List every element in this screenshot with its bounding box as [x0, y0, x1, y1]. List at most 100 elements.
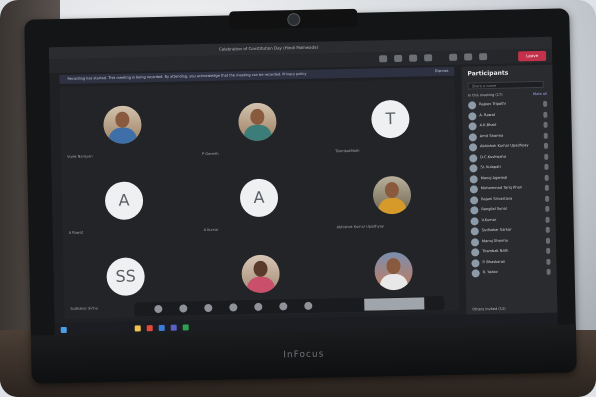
participant-name: Rajani Srivastava	[481, 196, 513, 201]
start-icon[interactable]	[60, 326, 67, 334]
chat-icon[interactable]	[394, 54, 403, 63]
participant-avatar-icon	[469, 174, 478, 183]
participant-name: Rajeev Tripathi	[479, 101, 506, 107]
participant-name: Manoj Agarwal	[480, 175, 508, 180]
mic-muted-icon	[544, 163, 549, 170]
participant-avatar-icon	[469, 153, 478, 162]
edge-icon[interactable]	[158, 324, 165, 331]
participant-name: Triambak Nath	[482, 248, 509, 254]
participant-tile[interactable]: Vivek Narayan	[62, 88, 183, 160]
mic-muted-icon	[545, 237, 551, 244]
mic-muted-icon	[544, 153, 549, 160]
participant-tile[interactable]: P Ganesh	[197, 86, 318, 158]
monitor: Celebration of Constitution Day (Hindi P…	[24, 8, 577, 384]
tile-name: Sudhakar Sinha	[70, 306, 98, 311]
participant-avatar-icon	[468, 122, 477, 131]
recording-banner-text: Recording has started. This meeting is b…	[67, 71, 307, 81]
folder-icon[interactable]	[134, 325, 141, 332]
mic-muted-icon	[545, 216, 550, 223]
participant-avatar-icon	[470, 237, 480, 246]
participants-panel: Participants Share a name In this meetin…	[461, 64, 558, 315]
tile-name: P Ganesh	[202, 151, 219, 157]
teams-icon[interactable]	[170, 324, 177, 331]
webcam-lens-icon	[287, 12, 301, 27]
participant-avatar-icon	[471, 269, 480, 278]
participant-initials-avatar: T	[371, 99, 410, 139]
browser-icon[interactable]	[146, 325, 153, 332]
participant-avatar-icon	[470, 195, 479, 204]
participant-row[interactable]: R. Yadav	[470, 267, 554, 279]
participant-tile[interactable]: A A Kumar	[198, 162, 319, 234]
participant-name: D.C.Kushwaha	[480, 154, 507, 159]
participant-name: Rangilal Sonal	[481, 206, 507, 212]
dock-avatar-icon[interactable]	[204, 303, 213, 313]
participant-search-input[interactable]: Share a name	[467, 80, 544, 90]
participant-photo	[238, 102, 277, 142]
participant-name: Mohammad Tariq Khan	[480, 185, 523, 191]
participant-photo	[241, 254, 281, 294]
participant-avatar-icon	[468, 132, 477, 141]
participant-tile[interactable]: T TriambakNath	[330, 83, 451, 155]
participant-initials-avatar: SS	[106, 257, 146, 297]
raise-hand-icon[interactable]	[409, 54, 418, 62]
participant-tile[interactable]: A A Rawat	[63, 164, 184, 236]
section-label: In this meeting (17)	[467, 92, 503, 98]
mic-muted-icon	[546, 258, 551, 265]
mic-muted-icon	[545, 205, 550, 212]
dock-avatar-icon[interactable]	[279, 302, 288, 311]
mic-muted-icon	[543, 100, 548, 107]
participant-name: Sr. Kulapati	[480, 164, 501, 170]
mic-muted-icon	[543, 142, 549, 149]
mic-muted-icon	[545, 195, 550, 202]
mic-icon[interactable]	[464, 53, 473, 61]
dock-avatar-icon[interactable]	[304, 301, 313, 310]
people-icon[interactable]	[379, 55, 388, 63]
monitor-brand-logo: InFocus	[283, 349, 325, 361]
leave-button[interactable]: Leave	[518, 50, 547, 62]
tile-name: TriambakNath	[335, 148, 360, 154]
participant-name: Abhishek Kumar Upadhyay	[479, 143, 529, 149]
participant-avatar-icon	[468, 101, 477, 110]
participant-name: V.Kumar	[481, 217, 497, 222]
participant-tile[interactable]: Abhishek Kumar Upadhyay	[331, 159, 452, 231]
tile-name: Vivek Narayan	[67, 154, 93, 159]
dock-avatar-icon[interactable]	[154, 304, 163, 314]
participant-avatar-icon	[468, 111, 477, 120]
participant-name: R. Yadav	[482, 269, 498, 275]
participant-name: Amit Sharma	[479, 133, 504, 138]
participant-photo	[103, 105, 142, 145]
mic-muted-icon	[543, 121, 548, 128]
participant-avatar-icon	[470, 206, 479, 215]
mic-muted-icon	[546, 247, 551, 254]
dismiss-button[interactable]: Dismiss	[435, 67, 449, 76]
camera-icon[interactable]	[449, 53, 458, 61]
others-invited-label: Others invited (12)	[472, 306, 506, 312]
mic-muted-icon	[544, 184, 549, 191]
mic-muted-icon	[543, 132, 548, 139]
mute-all-button[interactable]: Mute all	[533, 92, 547, 96]
tile-name: A Rawat	[68, 230, 84, 235]
excel-icon[interactable]	[182, 324, 189, 331]
participant-avatar-icon	[471, 258, 480, 267]
participant-avatar-icon	[470, 216, 479, 225]
participant-photo	[372, 175, 412, 215]
more-icon[interactable]	[424, 54, 433, 62]
participant-name: Manoj Sharma	[481, 238, 508, 243]
dock-avatar-icon[interactable]	[229, 303, 238, 312]
participant-avatar-icon	[469, 185, 478, 194]
participant-name: A. Rawat	[479, 112, 496, 117]
participant-name: Sudhakar Sarkar	[481, 227, 512, 233]
participant-name: P. Bhaskaran	[482, 259, 506, 264]
window-title: Celebration of Constitution Day (Hindi P…	[218, 44, 319, 52]
participant-avatar-icon	[471, 248, 480, 257]
share-icon[interactable]	[479, 53, 488, 61]
participant-avatar-icon	[469, 164, 478, 173]
meeting-screen: Celebration of Constitution Day (Hindi P…	[48, 36, 558, 338]
tile-name: A Kumar	[203, 227, 219, 233]
webcam	[229, 8, 358, 30]
mic-muted-icon	[544, 174, 549, 181]
dock-avatar-icon[interactable]	[179, 304, 188, 313]
panel-title: Participants	[467, 69, 509, 78]
dock-avatar-icon[interactable]	[254, 302, 263, 311]
mic-muted-icon	[545, 226, 550, 233]
